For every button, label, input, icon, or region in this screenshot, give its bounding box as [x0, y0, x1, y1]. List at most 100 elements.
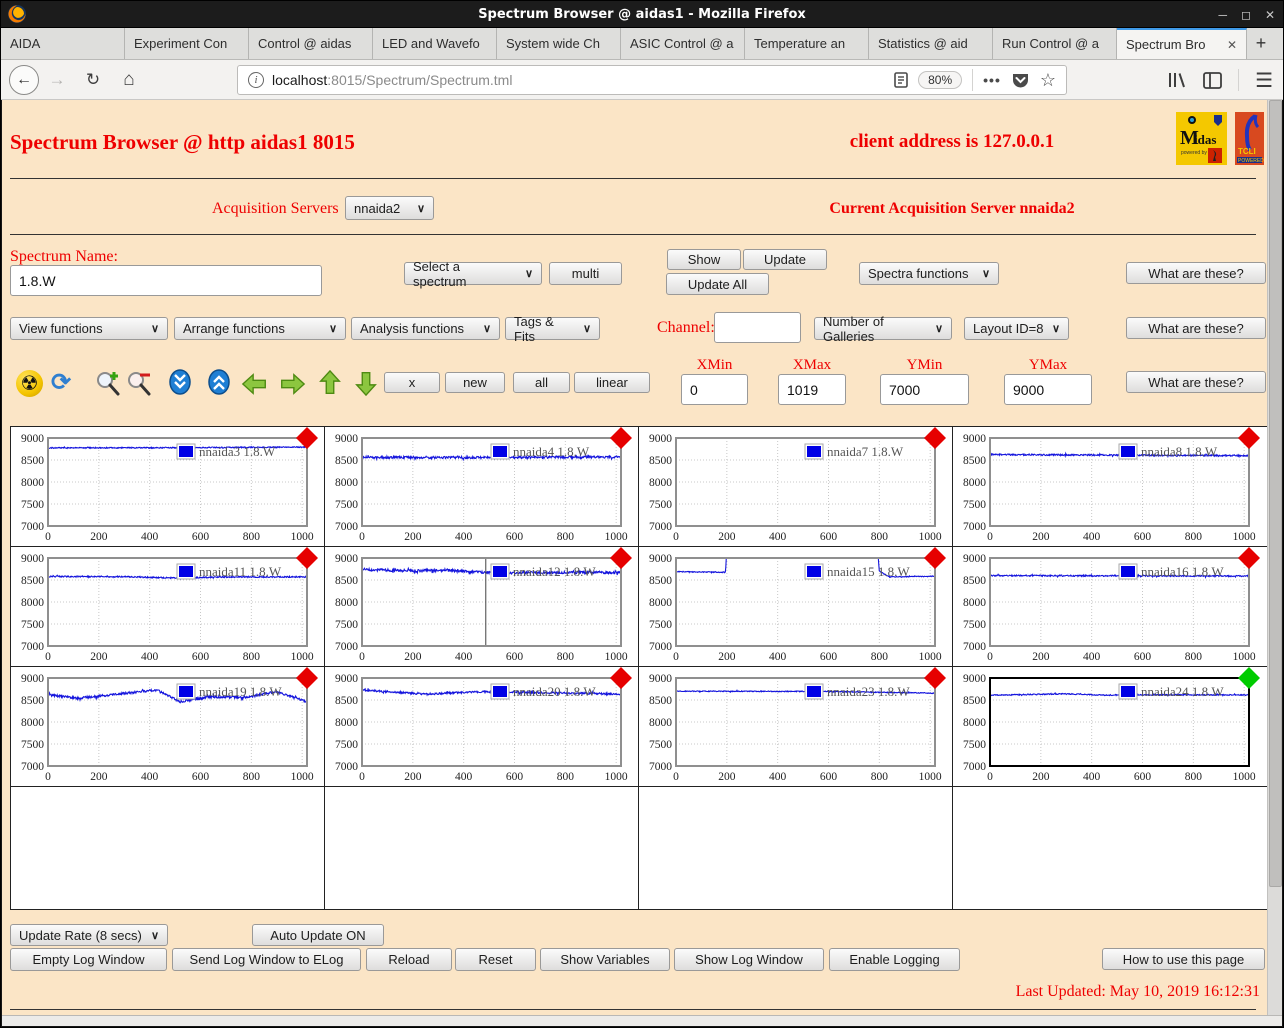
spectrum-chart-nnaida19[interactable]: 7000 7500 8000 8500 9000 0 200 400 600 800 1000 nna…: [11, 667, 325, 787]
new-tab-button[interactable]: +: [1247, 28, 1275, 59]
tab-control-aidas[interactable]: Control @ aidas: [249, 28, 373, 59]
bookmark-star-icon[interactable]: ☆: [1040, 70, 1056, 91]
spectrum-chart-nnaida24[interactable]: 7000 7500 8000 8500 9000 0 200 400 600 800 1000 nna…: [953, 667, 1267, 787]
svg-text:200: 200: [404, 531, 422, 543]
zoom-level-button[interactable]: 80%: [918, 71, 963, 89]
show-button[interactable]: Show: [667, 249, 741, 270]
arrow-right-icon[interactable]: [278, 370, 306, 398]
ymin-input[interactable]: 7000: [880, 374, 969, 405]
zoom-in-icon[interactable]: [94, 370, 122, 398]
maximize-button[interactable]: ◻: [1241, 8, 1251, 22]
multi-button[interactable]: multi: [549, 262, 622, 285]
spectrum-chart-nnaida12[interactable]: 7000 7500 8000 8500 9000 0 200 400 600 800 1000 nna…: [325, 547, 639, 667]
update-button[interactable]: Update: [743, 249, 827, 270]
auto-update-button[interactable]: Auto Update ON: [252, 924, 384, 946]
update-rate-dropdown[interactable]: Update Rate (8 secs) ∨: [10, 924, 168, 946]
sidebar-icon[interactable]: [1203, 71, 1222, 89]
spectrum-chart-nnaida7[interactable]: 7000 7500 8000 8500 9000 0 200 400 600 800 1000 nna…: [639, 427, 953, 547]
expand-up-icon[interactable]: [205, 368, 233, 396]
svg-text:1000: 1000: [919, 771, 942, 783]
tab-experiment-con[interactable]: Experiment Con: [125, 28, 249, 59]
new-button[interactable]: new: [445, 372, 505, 393]
arrange-functions-dropdown[interactable]: Arrange functions ∨: [174, 317, 346, 340]
view-functions-dropdown[interactable]: View functions ∨: [10, 317, 168, 340]
tab-system-wide-ch[interactable]: System wide Ch: [497, 28, 621, 59]
close-button[interactable]: ✕: [1265, 8, 1275, 22]
svg-text:200: 200: [1032, 771, 1050, 783]
menu-icon[interactable]: ☰: [1255, 68, 1273, 93]
reload-button[interactable]: Reload: [366, 948, 452, 971]
update-all-button[interactable]: Update All: [666, 273, 769, 295]
tab-led-and-wavefo[interactable]: LED and Wavefo: [373, 28, 497, 59]
reset-button[interactable]: Reset: [455, 948, 536, 971]
spectrum-name-input[interactable]: 1.8.W: [10, 265, 322, 296]
spectrum-chart-nnaida8[interactable]: 7000 7500 8000 8500 9000 0 200 400 600 800 1000 nna…: [953, 427, 1267, 547]
tags-fits-dropdown[interactable]: Tags & Fits ∨: [505, 314, 600, 344]
arrow-up-icon[interactable]: [316, 369, 344, 397]
svg-text:9000: 9000: [335, 433, 358, 445]
divider: [10, 1009, 1256, 1010]
spectra-functions-dropdown[interactable]: Spectra functions ∨: [859, 262, 999, 285]
send-log-window-to-elog-button[interactable]: Send Log Window to ELog: [172, 948, 361, 971]
all-button[interactable]: all: [513, 372, 570, 393]
home-icon[interactable]: ⌂: [118, 69, 140, 91]
tab-close-icon[interactable]: ✕: [1227, 38, 1237, 52]
pocket-icon[interactable]: [1011, 71, 1030, 90]
spectrum-chart-nnaida23[interactable]: 7000 7500 8000 8500 9000 0 200 400 600 800 1000 nna…: [639, 667, 953, 787]
tab-spectrum-bro[interactable]: Spectrum Bro ✕: [1117, 28, 1247, 59]
what-are-these-button-2[interactable]: What are these?: [1126, 317, 1266, 339]
svg-text:600: 600: [506, 771, 524, 783]
tab-run-control-a[interactable]: Run Control @ a: [993, 28, 1117, 59]
number-of-galleries-dropdown[interactable]: Number of Galleries ∨: [814, 314, 952, 344]
page-info-icon[interactable]: i: [248, 72, 264, 88]
acquisition-server-select[interactable]: nnaida2 ∨: [345, 196, 434, 220]
page-scrollbar[interactable]: [1267, 100, 1282, 1015]
tab-aida[interactable]: AIDA: [1, 28, 125, 59]
analysis-functions-dropdown[interactable]: Analysis functions ∨: [351, 317, 500, 340]
collapse-down-icon[interactable]: [166, 368, 194, 396]
enable-logging-button[interactable]: Enable Logging: [829, 948, 960, 971]
spectrum-chart-nnaida11[interactable]: 7000 7500 8000 8500 9000 0 200 400 600 800 1000 nna…: [11, 547, 325, 667]
scrollbar-thumb[interactable]: [1269, 100, 1282, 887]
back-icon[interactable]: ←: [9, 64, 39, 95]
zoom-out-icon[interactable]: [125, 370, 153, 398]
select-spectrum-dropdown[interactable]: Select a spectrum ∨: [404, 259, 542, 289]
svg-text:7000: 7000: [21, 521, 44, 533]
layout-id-dropdown[interactable]: Layout ID=8 ∨: [964, 317, 1069, 340]
xmin-input[interactable]: 0: [681, 374, 748, 405]
svg-text:9000: 9000: [963, 433, 986, 445]
show-variables-button[interactable]: Show Variables: [540, 948, 670, 971]
channel-input[interactable]: [714, 312, 801, 343]
linear-button[interactable]: linear: [574, 372, 650, 393]
x-button[interactable]: x: [384, 372, 440, 393]
library-icon[interactable]: [1167, 71, 1187, 89]
spectrum-chart-nnaida20[interactable]: 7000 7500 8000 8500 9000 0 200 400 600 800 1000 nna…: [325, 667, 639, 787]
arrow-left-icon[interactable]: [241, 370, 269, 398]
tab-asic-control-a[interactable]: ASIC Control @ a: [621, 28, 745, 59]
tab-statistics-aid[interactable]: Statistics @ aid: [869, 28, 993, 59]
arrow-down-icon[interactable]: [352, 369, 380, 397]
show-log-window-button[interactable]: Show Log Window: [674, 948, 824, 971]
what-are-these-button-3[interactable]: What are these?: [1126, 371, 1266, 393]
how-to-use-button[interactable]: How to use this page: [1102, 948, 1265, 970]
spectrum-chart-nnaida15[interactable]: 7000 7500 8000 8500 9000 0 200 400 600 800 1000 nna…: [639, 547, 953, 667]
refresh-icon[interactable]: ⟳: [47, 368, 75, 396]
spectrum-chart-nnaida16[interactable]: 7000 7500 8000 8500 9000 0 200 400 600 800 1000 nna…: [953, 547, 1267, 667]
what-are-these-button-1[interactable]: What are these?: [1126, 262, 1266, 284]
spectrum-chart-nnaida4[interactable]: 7000 7500 8000 8500 9000 0 200 400 600 800 1000 nna…: [325, 427, 639, 547]
forward-icon[interactable]: →: [46, 70, 68, 90]
xmax-input[interactable]: 1019: [778, 374, 846, 405]
url-bar[interactable]: i localhost :8015/Spectrum/Spectrum.tml …: [237, 65, 1067, 95]
svg-text:7000: 7000: [649, 521, 672, 533]
reload-icon[interactable]: ↻: [82, 70, 104, 90]
more-actions-icon[interactable]: •••: [983, 72, 1001, 88]
reader-mode-icon[interactable]: [894, 72, 908, 88]
empty-log-window-button[interactable]: Empty Log Window: [10, 948, 167, 971]
tab-temperature-an[interactable]: Temperature an: [745, 28, 869, 59]
radiation-icon[interactable]: ☢: [16, 370, 43, 397]
spectrum-chart-nnaida3[interactable]: 7000 7500 8000 8500 9000 0 200 400 600 800 1000 nna…: [11, 427, 325, 547]
ymax-input[interactable]: 9000: [1004, 374, 1092, 405]
svg-text:9000: 9000: [963, 553, 986, 565]
minimize-button[interactable]: ─: [1218, 8, 1227, 22]
svg-text:800: 800: [557, 531, 575, 543]
